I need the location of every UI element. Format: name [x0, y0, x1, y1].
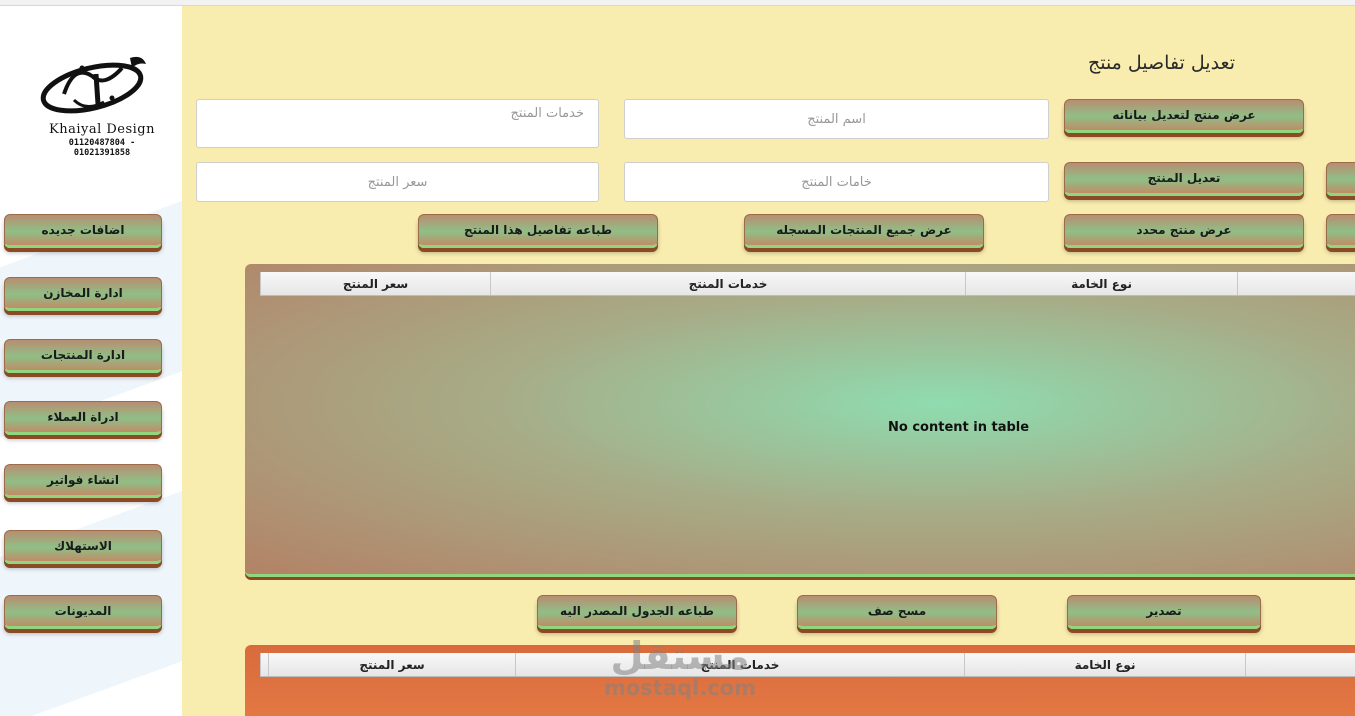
brand-logo: Khaiyal Design 01120487804 - 01021391858: [40, 54, 164, 158]
page-title: تعديل تفاصيل منتج: [1087, 52, 1235, 74]
column-header-extra[interactable]: [1245, 653, 1355, 676]
show-all-products-button[interactable]: عرض جميع المنتجات المسجله: [744, 214, 984, 248]
table-header: سعر المنتج خدمات المنتج نوع الخامة: [260, 272, 1355, 296]
column-header-material-type[interactable]: نوع الخامة: [964, 653, 1245, 676]
main-panel: تعديل تفاصيل منتج خدمات المنتج اسم المنت…: [182, 6, 1355, 716]
calligraphy-logo-icon: [40, 56, 146, 114]
sidebar-item-new-additions[interactable]: اضافات جديده: [4, 214, 162, 248]
sidebar-item-consumption[interactable]: الاستهلاك: [4, 530, 162, 564]
edit-product-label: تعديل المنتج: [1147, 171, 1221, 185]
table-header: سعر المنتج خدمات المنتج نوع الخامة: [260, 653, 1355, 677]
column-header-services[interactable]: خدمات المنتج: [490, 272, 965, 295]
sidebar-item-invoices[interactable]: انشاء فواتير: [4, 464, 162, 498]
products-table[interactable]: سعر المنتج خدمات المنتج نوع الخامة No co…: [245, 264, 1355, 577]
sidebar-item-warehouses[interactable]: ادارة المخازن: [4, 277, 162, 311]
print-source-table-button[interactable]: طباعه الجدول المصدر اليه: [537, 595, 737, 629]
show-specific-product-button[interactable]: عرض منتج محدد: [1064, 214, 1304, 248]
brand-phones: 01120487804 - 01021391858: [68, 138, 136, 158]
column-header-services[interactable]: خدمات المنتج: [515, 653, 964, 676]
column-header-price[interactable]: سعر المنتج: [268, 653, 515, 676]
edit-product-button[interactable]: تعديل المنتج: [1064, 162, 1304, 196]
brand-name: Khaiyal Design: [48, 122, 156, 137]
product-name-input[interactable]: اسم المنتج: [624, 99, 1049, 139]
product-materials-input[interactable]: خامات المنتج: [624, 162, 1049, 202]
clear-row-button[interactable]: مسح صف: [797, 595, 997, 629]
product-services-input[interactable]: خدمات المنتج: [196, 99, 599, 148]
product-price-input[interactable]: سعر المنتج: [196, 162, 599, 202]
export-button[interactable]: تصدير: [1067, 595, 1261, 629]
partial-button[interactable]: [1326, 162, 1355, 196]
sidebar-item-customers[interactable]: ادراة العملاء: [4, 401, 162, 435]
column-header-spacer: [260, 653, 268, 676]
sidebar-item-products[interactable]: ادارة المنتجات: [4, 339, 162, 373]
partial-button[interactable]: [1326, 214, 1355, 248]
show-product-to-edit-button[interactable]: عرض منتج لتعديل بياناته: [1064, 99, 1304, 133]
column-header-material-type[interactable]: نوع الخامة: [965, 272, 1237, 295]
empty-table-message: No content in table: [888, 420, 1030, 435]
column-header-extra[interactable]: [1237, 272, 1355, 295]
destination-table[interactable]: سعر المنتج خدمات المنتج نوع الخامة: [245, 645, 1355, 716]
sidebar-item-debts[interactable]: المديونات: [4, 595, 162, 629]
sidebar: Khaiyal Design 01120487804 - 01021391858…: [0, 6, 182, 716]
column-header-price[interactable]: سعر المنتج: [260, 272, 490, 295]
app-window: Khaiyal Design 01120487804 - 01021391858…: [0, 5, 1355, 716]
print-product-details-button[interactable]: طباعه تفاصيل هذا المنتج: [418, 214, 658, 248]
